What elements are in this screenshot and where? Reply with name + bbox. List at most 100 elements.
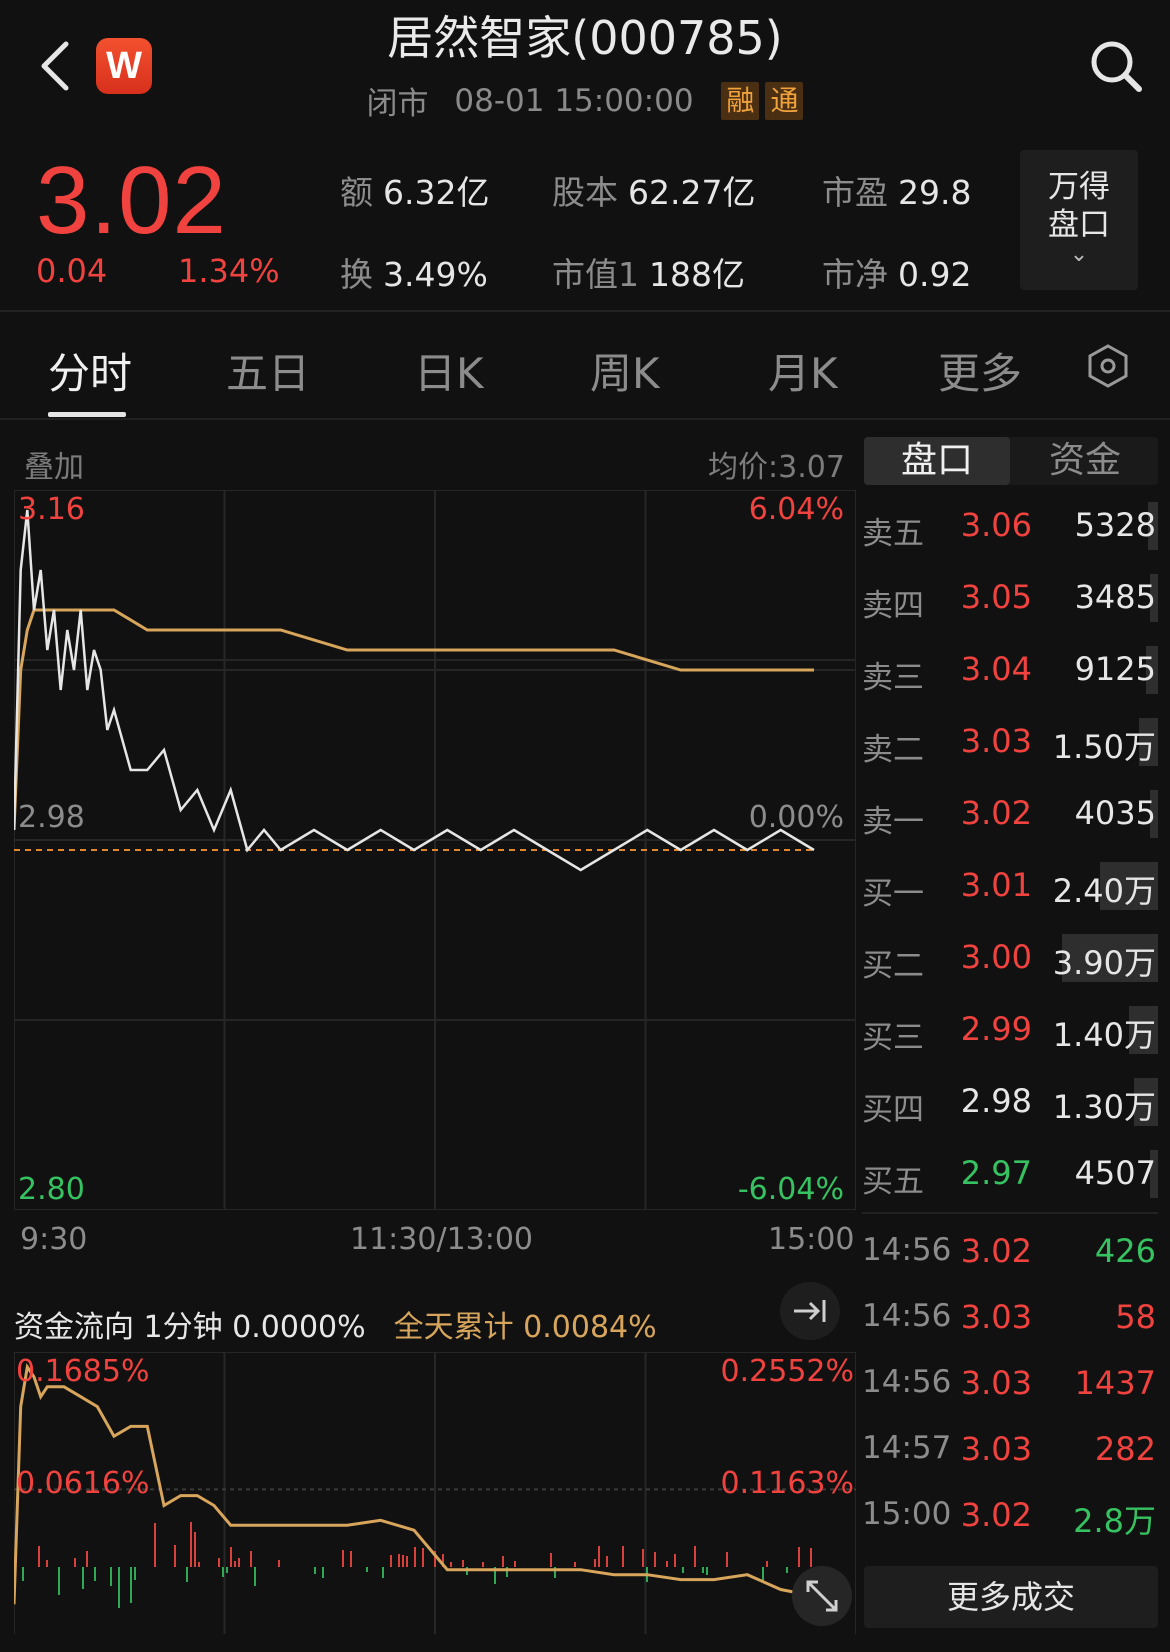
flow-minute-bar	[342, 1550, 344, 1567]
page-title: 居然智家(000785)	[387, 11, 783, 65]
trade-price: 3.02	[960, 1232, 1032, 1270]
datetime-text: 08-01 15:00:00	[454, 82, 694, 119]
trade-volume: 282	[1094, 1430, 1156, 1468]
stat-market-cap: 市值1 188亿	[552, 255, 745, 294]
wind-orderbook-button[interactable]: 万得 盘口 ⌄	[1020, 150, 1138, 290]
flow-minute-bar	[674, 1554, 676, 1567]
search-button[interactable]	[1086, 36, 1146, 96]
orderbook-row[interactable]: 买五 2.97 4507	[862, 1138, 1158, 1210]
orderbook-volume: 3.90万	[1052, 944, 1156, 982]
flow-minute-bar	[550, 1553, 552, 1567]
orderbook-price: 2.98	[960, 1082, 1032, 1120]
flow-minute-bar	[382, 1567, 384, 1578]
market-status: 闭市 08-01 15:00:00 融通	[0, 78, 1170, 123]
tab-five-day[interactable]: 五日	[226, 340, 310, 401]
flow-minute-bar	[642, 1549, 644, 1567]
flow-left-mid-label: 0.0616%	[16, 1466, 150, 1501]
orderbook-level: 买三	[862, 1020, 924, 1056]
orderbook-row[interactable]: 买三 2.99 1.40万	[862, 994, 1158, 1066]
x-label-open: 9:30	[20, 1222, 88, 1257]
orderbook-level: 买二	[862, 948, 924, 984]
divider	[0, 418, 1170, 420]
flow-minute-bar	[38, 1546, 40, 1567]
orderbook-row[interactable]: 买一 3.01 2.40万	[862, 850, 1158, 922]
flow-minute-bar	[622, 1546, 624, 1567]
flow-minute-bar	[402, 1555, 404, 1567]
avg-price-label: 均价:3.07	[708, 450, 845, 485]
orderbook-level: 卖五	[862, 516, 924, 552]
flow-minute-bar	[702, 1567, 704, 1573]
flow-minute-bar	[594, 1559, 596, 1567]
flow-minute-bar	[110, 1567, 112, 1586]
orderbook-row[interactable]: 卖五 3.06 5328	[862, 490, 1158, 562]
orderbook-row[interactable]: 卖三 3.04 9125	[862, 634, 1158, 706]
trade-row: 14:57 3.03 282	[862, 1416, 1158, 1482]
orderbook-row[interactable]: 买二 3.00 3.90万	[862, 922, 1158, 994]
flow-left-top-label: 0.1685%	[16, 1354, 150, 1389]
orderbook-volume: 4507	[1074, 1154, 1156, 1192]
flow-minute-bar	[226, 1567, 228, 1573]
stat-pb: 市净 0.92	[822, 255, 972, 294]
flow-minute-bar	[314, 1567, 316, 1574]
trade-volume: 1437	[1074, 1364, 1156, 1402]
tab-weekly-k[interactable]: 周K	[590, 340, 660, 401]
trade-price: 3.03	[960, 1364, 1032, 1402]
trade-time: 14:56	[862, 1298, 952, 1334]
flow-right-top-label: 0.2552%	[720, 1354, 854, 1389]
tab-more[interactable]: 更多	[938, 340, 1022, 401]
intraday-chart[interactable]: 3.16 6.04% 2.98 0.00% 2.80 -6.04%	[14, 490, 856, 1210]
price-line	[14, 509, 815, 872]
trade-row: 14:56 3.03 58	[862, 1284, 1158, 1350]
arrow-right-bar-icon	[794, 1300, 826, 1322]
flow-minute-bar	[682, 1567, 684, 1573]
flow-minute-bar	[798, 1547, 800, 1567]
last-price: 3.02	[36, 147, 227, 254]
flow-right-mid-label: 0.1163%	[720, 1466, 854, 1501]
flow-minute-bar	[198, 1562, 200, 1567]
margin-badge: 融	[721, 81, 760, 120]
flow-minute-bar	[190, 1522, 192, 1567]
orderbook-price: 3.04	[960, 650, 1032, 688]
tab-daily-k[interactable]: 日K	[414, 340, 484, 401]
flow-minute-bar	[598, 1546, 600, 1567]
tab-intraday[interactable]: 分时	[48, 340, 132, 401]
chart-settings-button[interactable]	[1084, 342, 1132, 390]
flow-minute-bar	[234, 1561, 236, 1567]
tab-monthly-k[interactable]: 月K	[768, 340, 838, 401]
orderbook-row[interactable]: 卖四 3.05 3485	[862, 562, 1158, 634]
flow-minute-bar	[666, 1561, 668, 1567]
capital-flow-chart[interactable]: 0.1685% 0.2552% 0.0616% 0.1163%	[14, 1352, 856, 1634]
fullscreen-button[interactable]	[792, 1566, 852, 1626]
x-label-close: 15:00	[768, 1222, 855, 1257]
orderbook-volume: 9125	[1074, 650, 1156, 688]
flow-minute-bar	[322, 1567, 324, 1578]
avg-price-line	[14, 608, 814, 831]
flow-minute-bar	[254, 1567, 256, 1586]
intraday-chart-svg	[14, 490, 856, 1210]
pct-min-label: -6.04%	[737, 1172, 844, 1207]
trade-volume: 426	[1094, 1232, 1156, 1270]
flow-minute-bar	[422, 1548, 424, 1567]
y-min-label: 2.80	[18, 1172, 85, 1207]
status-text: 闭市	[366, 86, 429, 122]
search-icon	[1091, 41, 1142, 92]
tab-capital[interactable]: 资金	[1012, 437, 1158, 485]
price-change: 0.04	[36, 252, 108, 290]
jump-to-end-button[interactable]	[780, 1282, 840, 1340]
overlay-button[interactable]: 叠加	[24, 442, 84, 486]
more-trades-button[interactable]: 更多成交	[864, 1566, 1158, 1628]
y-max-label: 3.16	[18, 492, 85, 527]
orderbook-volume: 1.30万	[1052, 1088, 1156, 1126]
flow-minute-bar	[134, 1567, 136, 1580]
flow-minute-bar	[514, 1561, 516, 1567]
trade-time: 15:00	[862, 1496, 952, 1532]
orderbook-row[interactable]: 买四 2.98 1.30万	[862, 1066, 1158, 1138]
orderbook-level: 卖一	[862, 804, 924, 840]
flow-minute-bar	[766, 1561, 768, 1567]
orderbook-level: 卖二	[862, 732, 924, 768]
divider	[0, 310, 1170, 312]
orderbook-row[interactable]: 卖二 3.03 1.50万	[862, 706, 1158, 778]
orderbook-row[interactable]: 卖一 3.02 4035	[862, 778, 1158, 850]
tab-orderbook[interactable]: 盘口	[864, 437, 1010, 485]
flow-minute-bar	[350, 1551, 352, 1567]
